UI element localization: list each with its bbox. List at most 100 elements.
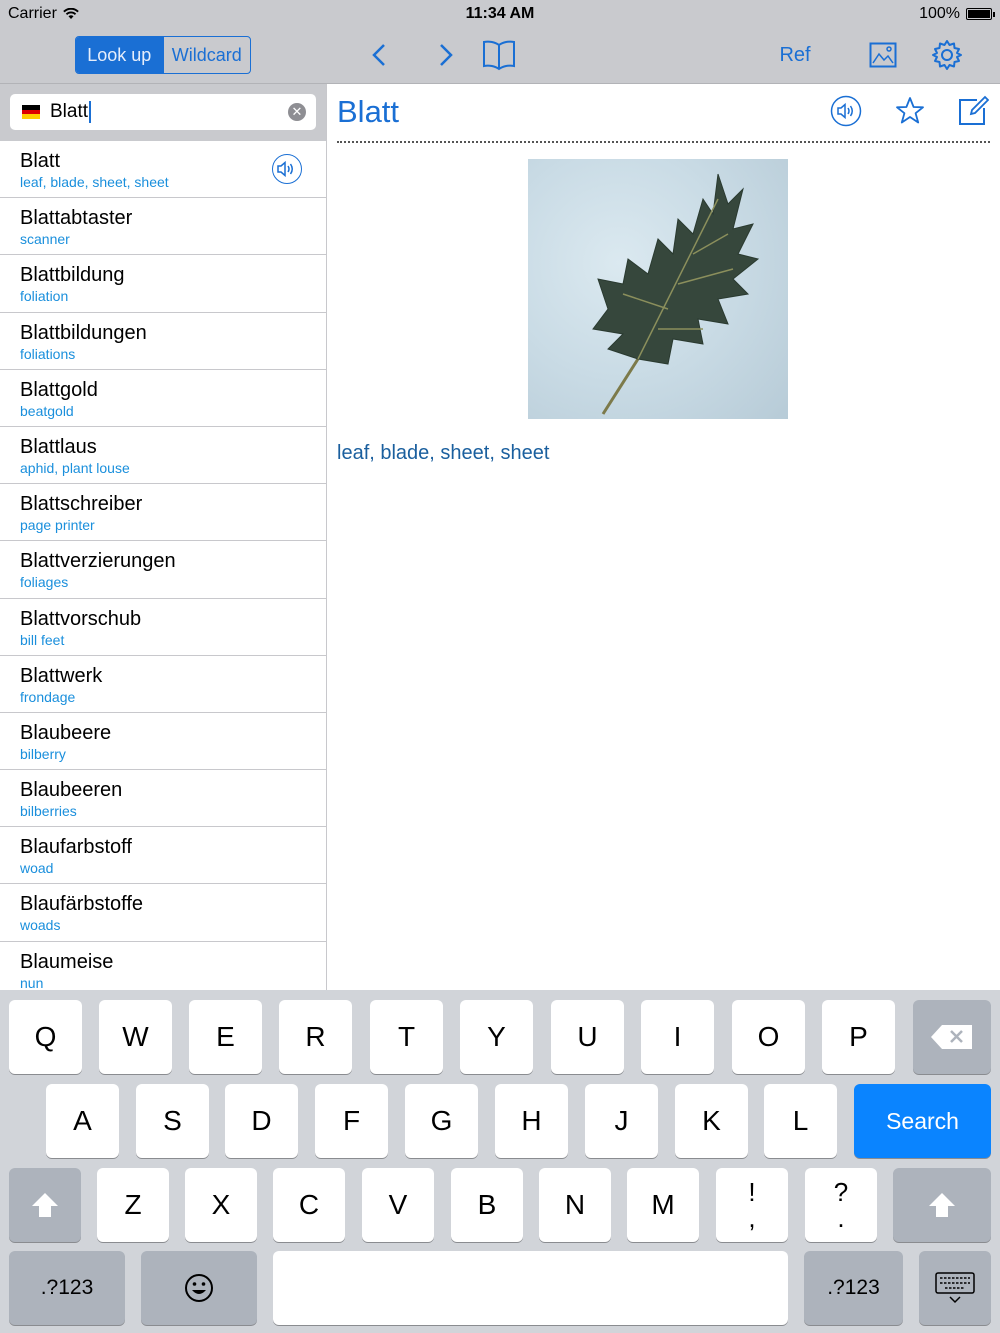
- search-key[interactable]: Search: [854, 1084, 991, 1158]
- clock: 11:34 AM: [465, 5, 535, 22]
- result-translation: woads: [20, 917, 61, 934]
- key-q[interactable]: Q: [9, 1000, 82, 1074]
- key-g[interactable]: G: [405, 1084, 478, 1158]
- key-r[interactable]: R: [279, 1000, 352, 1074]
- list-item[interactable]: Blattbildung foliation: [0, 255, 326, 313]
- backspace-icon: [931, 1025, 972, 1049]
- list-item[interactable]: Blattverzierungen foliages: [0, 541, 326, 599]
- key-k[interactable]: K: [675, 1084, 748, 1158]
- list-item[interactable]: Blattlaus aphid, plant louse: [0, 427, 326, 485]
- emoji-key[interactable]: [141, 1251, 257, 1325]
- key-f[interactable]: F: [315, 1084, 388, 1158]
- key-i[interactable]: I: [641, 1000, 714, 1074]
- key-h[interactable]: H: [495, 1084, 568, 1158]
- list-item[interactable]: Blaubeeren bilberries: [0, 770, 326, 828]
- key-z[interactable]: Z: [97, 1168, 169, 1242]
- key-y[interactable]: Y: [460, 1000, 533, 1074]
- key-t[interactable]: T: [370, 1000, 443, 1074]
- key-s[interactable]: S: [136, 1084, 209, 1158]
- list-item[interactable]: Blattschreiber page printer: [0, 484, 326, 542]
- key-e[interactable]: E: [189, 1000, 262, 1074]
- app-window: Carrier 11:34 AM 100% Look up Wildcard R…: [0, 0, 1000, 1333]
- result-headword: Blaufarbstoff: [20, 836, 132, 859]
- shift-right-key[interactable]: [893, 1168, 991, 1242]
- clear-icon[interactable]: ✕: [288, 103, 306, 121]
- key-period-label: .: [837, 1203, 845, 1233]
- key-exclamation-comma[interactable]: !,: [716, 1168, 788, 1242]
- text-cursor: [89, 101, 92, 123]
- result-translation: woad: [20, 860, 54, 877]
- list-item[interactable]: Blaufarbstoff woad: [0, 827, 326, 885]
- result-translation: foliation: [20, 288, 69, 305]
- result-headword: Blattbildung: [20, 264, 125, 287]
- key-d[interactable]: D: [225, 1084, 298, 1158]
- key-b[interactable]: B: [451, 1168, 523, 1242]
- on-screen-keyboard: Q W E R T Y U I O P A S D F G H J K L Se…: [0, 990, 1000, 1333]
- edit-note-icon[interactable]: [956, 94, 990, 128]
- key-v[interactable]: V: [362, 1168, 434, 1242]
- top-bar: Carrier 11:34 AM 100% Look up Wildcard R…: [0, 0, 1000, 84]
- search-input[interactable]: Blatt ✕: [10, 94, 316, 130]
- result-translation: page printer: [20, 517, 95, 534]
- segment-look-up[interactable]: Look up: [76, 37, 163, 73]
- key-n[interactable]: N: [539, 1168, 611, 1242]
- shift-left-key[interactable]: [9, 1168, 81, 1242]
- speaker-icon[interactable]: [272, 154, 302, 184]
- speaker-icon[interactable]: [829, 94, 863, 128]
- list-item[interactable]: Blattwerk frondage: [0, 656, 326, 713]
- result-headword: Blattabtaster: [20, 207, 133, 230]
- chevron-right-icon[interactable]: [433, 36, 459, 74]
- list-item[interactable]: Blattabtaster scanner: [0, 198, 326, 256]
- book-icon[interactable]: [480, 36, 518, 74]
- result-translation: nun: [20, 974, 44, 990]
- key-p[interactable]: P: [822, 1000, 895, 1074]
- key-m[interactable]: M: [627, 1168, 699, 1242]
- search-query[interactable]: Blatt: [50, 101, 88, 123]
- shift-icon: [32, 1193, 58, 1217]
- result-headword: Blaufärbstoffe: [20, 893, 144, 916]
- key-a[interactable]: A: [46, 1084, 119, 1158]
- image-icon[interactable]: [866, 36, 900, 74]
- key-question-period[interactable]: ?.: [805, 1168, 877, 1242]
- german-flag-icon[interactable]: [22, 105, 40, 120]
- backspace-key[interactable]: [913, 1000, 991, 1074]
- entry-panel: Blatt leaf, blade, sheet, sheet: [327, 84, 1000, 990]
- key-u[interactable]: U: [551, 1000, 624, 1074]
- result-headword: Blattvorschub: [20, 607, 142, 630]
- result-translation: scanner: [20, 231, 70, 248]
- key-comma-label: ,: [748, 1203, 756, 1233]
- list-item[interactable]: Blattvorschub bill feet: [0, 599, 326, 656]
- numbers-right-key[interactable]: .?123: [804, 1251, 903, 1325]
- key-o[interactable]: O: [732, 1000, 805, 1074]
- list-item[interactable]: Blattgold beatgold: [0, 370, 326, 427]
- status-bar: Carrier 11:34 AM 100%: [0, 0, 1000, 28]
- chevron-left-icon[interactable]: [366, 36, 392, 74]
- list-item[interactable]: Blatt leaf, blade, sheet, sheet: [0, 141, 326, 199]
- list-item[interactable]: Blaumeise nun: [0, 942, 326, 990]
- list-item[interactable]: Blaufärbstoffe woads: [0, 884, 326, 942]
- mode-segmented-control[interactable]: Look up Wildcard: [75, 36, 251, 74]
- result-translation: foliages: [20, 574, 69, 591]
- segment-wildcard[interactable]: Wildcard: [162, 37, 251, 73]
- star-icon[interactable]: [893, 94, 927, 128]
- result-headword: Blattbildungen: [20, 321, 147, 344]
- results-panel: Blatt ✕ Blatt leaf, blade, sheet, sheet Bl…: [0, 84, 327, 990]
- key-c[interactable]: C: [273, 1168, 345, 1242]
- key-j[interactable]: J: [585, 1084, 658, 1158]
- space-key[interactable]: [273, 1251, 788, 1325]
- search-bar: Blatt ✕: [0, 84, 326, 141]
- numbers-left-key[interactable]: .?123: [9, 1251, 125, 1325]
- list-item[interactable]: Blaubeere bilberry: [0, 713, 326, 771]
- key-l[interactable]: L: [764, 1084, 837, 1158]
- list-item[interactable]: Blattbildungen foliations: [0, 313, 326, 370]
- key-x[interactable]: X: [185, 1168, 257, 1242]
- ref-button[interactable]: Ref: [772, 36, 818, 74]
- shift-icon: [929, 1193, 955, 1217]
- results-list[interactable]: Blatt leaf, blade, sheet, sheet Blattabtas…: [0, 141, 326, 990]
- entry-title: Blatt: [337, 94, 400, 129]
- key-w[interactable]: W: [99, 1000, 172, 1074]
- emoji-icon: [185, 1274, 213, 1302]
- battery-info: 100%: [919, 5, 995, 23]
- hide-keyboard-key[interactable]: [919, 1251, 991, 1325]
- gear-icon[interactable]: [929, 36, 965, 74]
